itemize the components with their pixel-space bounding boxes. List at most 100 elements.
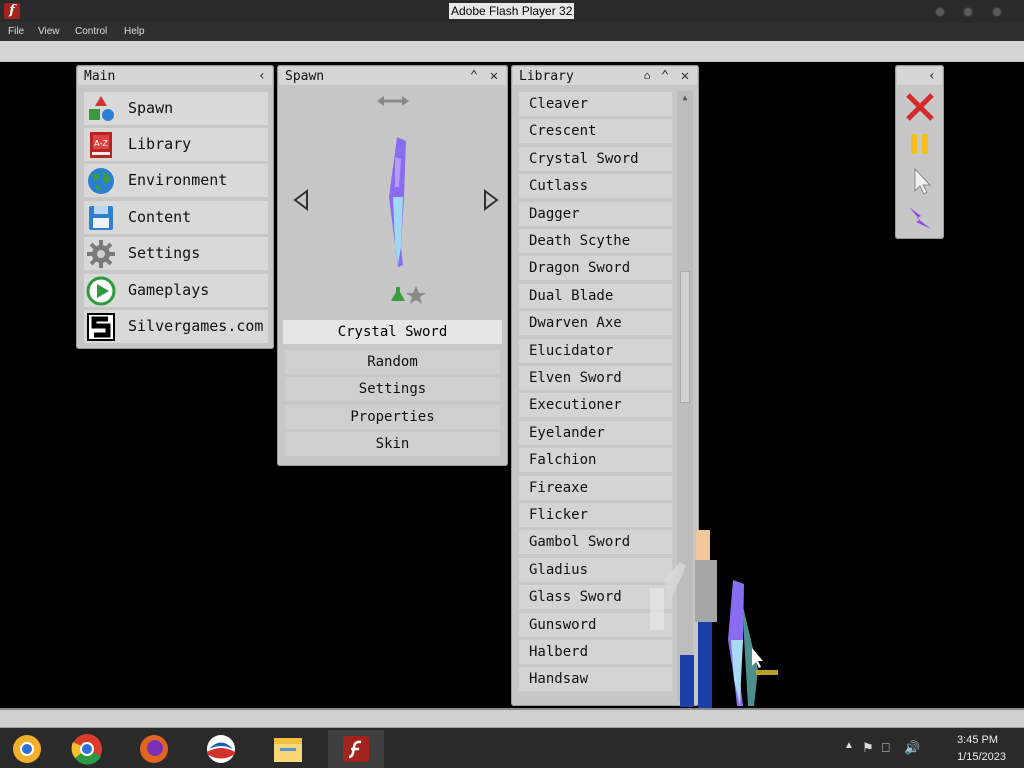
window-title: Adobe Flash Player 32 <box>449 3 575 19</box>
library-item[interactable]: Dagger <box>519 201 672 226</box>
flash-logo-icon: f <box>4 3 20 19</box>
home-icon[interactable]: ⌂ <box>639 68 655 84</box>
ragdoll-torso <box>695 560 717 622</box>
library-item[interactable]: Dual Blade <box>519 283 672 308</box>
library-item[interactable]: Elven Sword <box>519 366 672 390</box>
ragdoll-arm <box>664 562 686 602</box>
spawn-preview <box>293 96 499 304</box>
library-item[interactable]: Elucidator <box>519 338 672 363</box>
crystal-sword-preview-icon <box>389 137 406 267</box>
tools-panel-header: ‹ <box>897 67 942 85</box>
ragdoll-legs <box>698 622 712 708</box>
library-panel-title: Library <box>519 69 574 84</box>
previous-arrow-icon[interactable] <box>293 189 308 211</box>
flash-player-icon <box>343 736 369 762</box>
taskbar: ▲ ⚑ ⎕ 🔊 3:45 PM 1/15/2023 <box>0 710 1024 768</box>
library-item[interactable]: Crescent <box>519 119 672 144</box>
library-item[interactable]: Crystal Sword <box>519 146 672 171</box>
globe-icon <box>88 168 114 194</box>
scrollbar-thumb[interactable] <box>680 271 690 403</box>
minimize-button[interactable] <box>935 7 945 17</box>
ragdoll-scene <box>650 530 778 708</box>
svg-text:A-Z: A-Z <box>94 139 108 148</box>
spawn-skin-button[interactable]: Skin <box>285 432 500 456</box>
cursor-icon[interactable] <box>903 164 937 198</box>
library-item[interactable]: Eyelander <box>519 420 672 445</box>
main-item-settings[interactable]: Settings <box>84 237 268 270</box>
library-item[interactable]: Death Scythe <box>519 229 672 253</box>
library-book-icon: A-Z <box>90 132 112 158</box>
tools-panel: ‹ <box>895 65 944 239</box>
library-item[interactable]: Fireaxe <box>519 475 672 500</box>
spawn-selected-item[interactable]: Crystal Sword <box>283 320 502 344</box>
menu-bar: File View Control Help <box>0 23 1024 41</box>
main-panel: Main ‹ Spawn A-Z Library Environment Con… <box>76 65 274 349</box>
collapse-chevron-icon[interactable]: ‹ <box>254 68 270 84</box>
library-panel-header: Library ⌂ ⌃ ✕ <box>513 67 697 85</box>
firefox-icon[interactable] <box>134 730 174 768</box>
file-explorer-icon[interactable] <box>268 730 308 768</box>
main-item-spawn[interactable]: Spawn <box>84 92 268 125</box>
main-item-environment[interactable]: Environment <box>84 164 268 197</box>
flash-player-task-button[interactable] <box>328 730 384 768</box>
lightning-icon[interactable] <box>903 201 937 235</box>
next-arrow-icon[interactable] <box>484 189 499 211</box>
spawn-settings-button[interactable]: Settings <box>285 377 500 401</box>
ragdoll-ghost-arm <box>650 588 664 630</box>
network-icon[interactable]: ⎕ <box>882 740 890 756</box>
chrome-canary-icon[interactable] <box>7 730 47 768</box>
menu-help[interactable]: Help <box>124 26 145 37</box>
game-bottom-bar <box>0 710 1024 728</box>
clock-date[interactable]: 1/15/2023 <box>957 751 1006 763</box>
close-icon[interactable]: ✕ <box>677 68 693 84</box>
close-icon[interactable]: ✕ <box>486 68 502 84</box>
scroll-up-arrow-icon[interactable]: ▲ <box>680 93 690 103</box>
main-panel-header: Main ‹ <box>78 67 272 85</box>
main-item-library[interactable]: A-Z Library <box>84 128 268 161</box>
play-icon <box>86 276 116 306</box>
collapse-up-icon[interactable]: ⌃ <box>657 68 673 84</box>
volume-icon[interactable]: 🔊 <box>904 740 920 756</box>
obama-logo-icon[interactable] <box>201 730 241 768</box>
system-tray: ▲ ⚑ ⎕ 🔊 3:45 PM 1/15/2023 <box>834 728 1024 768</box>
pause-icon[interactable] <box>903 127 937 161</box>
library-item[interactable]: Dragon Sword <box>519 256 672 281</box>
close-window-button[interactable] <box>992 7 1002 17</box>
menu-view[interactable]: View <box>38 26 60 37</box>
collapse-chevron-icon[interactable]: ‹ <box>924 68 940 84</box>
library-item[interactable]: Falchion <box>519 448 672 473</box>
main-item-silvergames[interactable]: Silvergames.com <box>84 310 268 343</box>
spawn-properties-button[interactable]: Properties <box>285 405 500 429</box>
floppy-disk-icon <box>89 206 113 230</box>
library-item[interactable]: Cutlass <box>519 174 672 199</box>
spawn-shapes-icon <box>89 96 114 121</box>
main-item-content[interactable]: Content <box>84 201 268 234</box>
collapse-up-icon[interactable]: ⌃ <box>466 68 482 84</box>
spawn-panel-title: Spawn <box>285 69 325 84</box>
library-item[interactable]: Executioner <box>519 393 672 418</box>
spawn-panel-header: Spawn ⌃ ✕ <box>279 67 506 85</box>
main-panel-title: Main <box>84 69 116 84</box>
flag-icon[interactable]: ⚑ <box>862 740 874 756</box>
menu-file[interactable]: File <box>8 26 24 37</box>
spawn-panel: Spawn ⌃ ✕ Crystal Sword Random Settings … <box>277 65 508 466</box>
game-top-bar <box>0 41 1024 62</box>
silvergames-logo-icon <box>87 313 115 341</box>
ragdoll-leg <box>680 655 694 707</box>
clock-time[interactable]: 3:45 PM <box>957 734 998 746</box>
flip-arrows-icon[interactable] <box>377 96 409 106</box>
ragdoll-head <box>696 530 710 562</box>
library-item[interactable]: Dwarven Axe <box>519 311 672 336</box>
maximize-button[interactable] <box>963 7 973 17</box>
library-item[interactable]: Cleaver <box>519 92 672 116</box>
main-item-gameplays[interactable]: Gameplays <box>84 274 268 307</box>
spawn-random-button[interactable]: Random <box>285 350 500 374</box>
window-titlebar: f Adobe Flash Player 32 <box>0 0 1024 23</box>
sword-guard <box>756 670 778 675</box>
close-x-icon[interactable] <box>903 90 937 124</box>
tray-expand-icon[interactable]: ▲ <box>844 740 854 751</box>
gear-icon <box>87 240 115 268</box>
chrome-icon[interactable] <box>67 730 107 768</box>
flask-star-icon[interactable] <box>391 286 426 304</box>
menu-control[interactable]: Control <box>75 26 107 37</box>
